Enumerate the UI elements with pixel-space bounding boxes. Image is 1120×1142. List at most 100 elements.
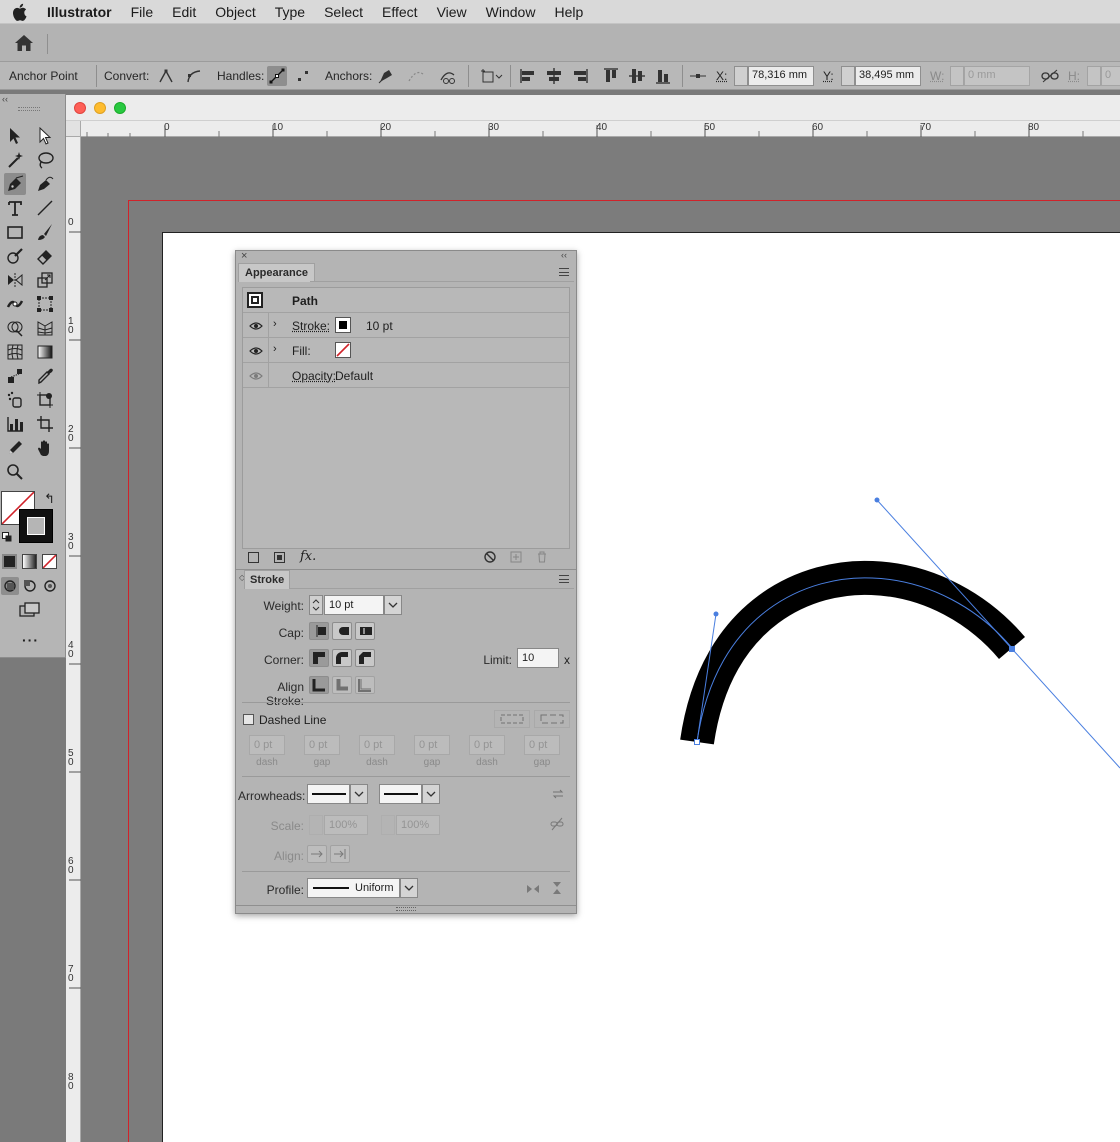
opacity-label[interactable]: Opacity: — [292, 369, 336, 383]
anchor-point-selected[interactable] — [1009, 646, 1015, 652]
appearance-opacity-row[interactable]: Opacity: Default — [243, 363, 569, 388]
pencil-tool-icon[interactable] — [4, 437, 26, 459]
appearance-path-row[interactable]: Path — [243, 288, 569, 313]
direction-point[interactable] — [874, 497, 880, 503]
paintbrush-tool-icon[interactable] — [34, 221, 56, 243]
curvature-tool-icon[interactable] — [34, 173, 56, 195]
draw-inside-icon[interactable] — [41, 577, 59, 595]
expand-chevron-icon[interactable]: › — [273, 318, 277, 330]
add-effect-button[interactable]: fx. — [300, 549, 316, 564]
clear-appearance-icon[interactable] — [484, 551, 496, 566]
zoom-window-button[interactable] — [114, 102, 126, 114]
butt-cap-icon[interactable] — [309, 622, 329, 640]
more-tools-icon[interactable]: ··· — [22, 632, 39, 648]
shaper-tool-icon[interactable] — [4, 245, 26, 267]
draw-behind-icon[interactable] — [21, 577, 39, 595]
panel-grip[interactable] — [18, 107, 40, 111]
free-transform-tool-icon[interactable] — [34, 293, 56, 315]
direction-handle-line — [876, 499, 1120, 769]
collapse-panel-icon[interactable]: ‹‹ — [2, 94, 8, 104]
tab-appearance[interactable]: Appearance — [238, 263, 315, 282]
panel-resize-grip[interactable] — [396, 907, 416, 911]
end-scale-stepper — [381, 815, 395, 835]
stroke-swatch[interactable] — [19, 509, 53, 543]
limit-field[interactable]: 10 — [517, 648, 559, 668]
profile-dropdown-icon[interactable] — [400, 878, 418, 898]
color-mode-icon[interactable] — [2, 554, 17, 569]
mesh-tool-icon[interactable] — [4, 341, 26, 363]
fill-none-swatch[interactable] — [335, 342, 351, 358]
close-window-button[interactable] — [74, 102, 86, 114]
weight-field[interactable]: 10 pt — [324, 595, 384, 615]
dashed-line-checkbox[interactable] — [243, 714, 254, 725]
scale-tool-icon[interactable] — [34, 269, 56, 291]
vertical-ruler[interactable]: 0 10 20 30 40 50 60 70 80 — [66, 121, 81, 1142]
default-fill-stroke-icon[interactable] — [2, 531, 12, 542]
eraser-tool-icon[interactable] — [34, 245, 56, 267]
slice-tool-icon[interactable] — [34, 413, 56, 435]
horizontal-ruler[interactable]: 0 10 20 30 40 50 60 70 80 — [80, 121, 1120, 137]
panel-menu-icon[interactable] — [559, 268, 569, 276]
miter-join-icon[interactable] — [309, 649, 329, 667]
tab-stroke[interactable]: Stroke — [244, 570, 291, 589]
projecting-cap-icon[interactable] — [355, 622, 375, 640]
direct-selection-tool-icon[interactable] — [34, 125, 56, 147]
fill-label[interactable]: Fill: — [292, 344, 311, 358]
visibility-eye-icon[interactable] — [249, 320, 263, 330]
end-arrowhead-dropdown-icon[interactable] — [422, 784, 440, 804]
profile-select[interactable]: Uniform — [307, 878, 400, 898]
round-cap-icon[interactable] — [332, 622, 352, 640]
selection-tool-icon[interactable] — [4, 125, 26, 147]
magic-wand-tool-icon[interactable] — [4, 149, 26, 171]
stroke-label[interactable]: Stroke: — [292, 319, 330, 333]
ruler-origin[interactable] — [66, 121, 81, 137]
type-tool-icon[interactable] — [4, 197, 26, 219]
panel-menu-icon[interactable] — [559, 575, 569, 583]
start-arrowhead-dropdown-icon[interactable] — [350, 784, 368, 804]
perspective-grid-tool-icon[interactable] — [34, 317, 56, 339]
width-tool-icon[interactable] — [4, 293, 26, 315]
rectangle-tool-icon[interactable] — [4, 221, 26, 243]
visibility-eye-icon[interactable] — [249, 345, 263, 355]
stroked-arc-path[interactable] — [680, 560, 1025, 745]
minimize-window-button[interactable] — [94, 102, 106, 114]
bevel-join-icon[interactable] — [355, 649, 375, 667]
gradient-mode-icon[interactable] — [22, 554, 37, 569]
weight-dropdown-icon[interactable] — [384, 595, 402, 615]
artboard-tool-icon[interactable] — [34, 389, 56, 411]
none-mode-icon[interactable] — [42, 554, 57, 569]
swap-fill-stroke-icon[interactable]: ↰ — [44, 491, 55, 507]
end-arrowhead-select[interactable] — [379, 784, 422, 804]
align-stroke-center-icon[interactable] — [309, 676, 329, 694]
appearance-stroke-row[interactable]: › Stroke: 10 pt — [243, 313, 569, 338]
screen-mode-icon[interactable] — [18, 601, 42, 619]
shape-builder-tool-icon[interactable] — [4, 317, 26, 339]
lasso-tool-icon[interactable] — [34, 149, 56, 171]
symbol-sprayer-tool-icon[interactable] — [4, 389, 26, 411]
round-join-icon[interactable] — [332, 649, 352, 667]
direction-point[interactable] — [713, 611, 719, 617]
line-segment-tool-icon[interactable] — [34, 197, 56, 219]
expand-chevron-icon[interactable]: › — [273, 343, 277, 355]
pen-tool-icon[interactable] — [4, 173, 26, 195]
collapse-panel-icon[interactable]: ‹‹ — [561, 250, 567, 260]
close-panel-icon[interactable]: × — [241, 250, 247, 262]
draw-normal-icon[interactable] — [1, 577, 19, 595]
stroke-weight-value[interactable]: 10 pt — [366, 319, 393, 333]
zoom-tool-icon[interactable] — [4, 461, 26, 483]
duplicate-item-icon — [510, 551, 522, 566]
add-new-stroke-icon[interactable] — [248, 552, 259, 563]
weight-stepper[interactable] — [309, 595, 323, 615]
add-new-fill-icon[interactable] — [274, 552, 285, 563]
hand-tool-icon[interactable] — [34, 437, 56, 459]
blend-tool-icon[interactable] — [4, 365, 26, 387]
appearance-fill-row[interactable]: › Fill: — [243, 338, 569, 363]
dashed-line-label[interactable]: Dashed Line — [259, 713, 326, 727]
gradient-tool-icon[interactable] — [34, 341, 56, 363]
reflect-tool-icon[interactable] — [4, 269, 26, 291]
eyedropper-tool-icon[interactable] — [34, 365, 56, 387]
stroke-color-swatch[interactable] — [335, 317, 351, 333]
start-arrowhead-select[interactable] — [307, 784, 350, 804]
anchor-point[interactable] — [694, 739, 700, 745]
column-graph-tool-icon[interactable] — [4, 413, 26, 435]
